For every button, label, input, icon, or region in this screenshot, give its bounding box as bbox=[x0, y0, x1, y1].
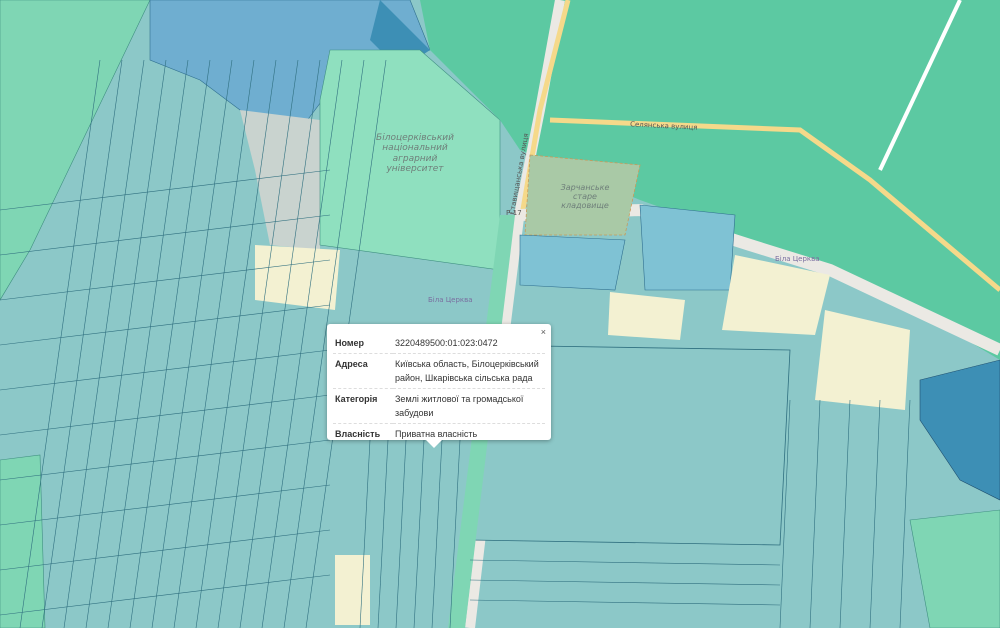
key: Категорія bbox=[333, 388, 393, 424]
label-town: Біла Церква bbox=[775, 255, 820, 263]
label-cemetery: Зарчанське старе кладовище bbox=[560, 183, 610, 211]
parcel bbox=[0, 454, 46, 628]
parcel-info-popup: × Номер 3220489500:01:023:0472 Адреса Київ… bbox=[327, 324, 551, 448]
key: Власність bbox=[335, 429, 381, 439]
row-address: Адреса Київська область, Білоцерківський … bbox=[333, 353, 545, 389]
empty-land bbox=[608, 292, 685, 340]
key: Адреса bbox=[333, 353, 393, 389]
key: Номер bbox=[333, 333, 393, 354]
parcel bbox=[519, 234, 626, 291]
cadastral-number: 3220489500:01:023:0472 bbox=[393, 333, 545, 354]
cadastral-map[interactable] bbox=[0, 0, 1000, 628]
category: Землі житлової та громадської забудови bbox=[393, 388, 545, 424]
row-ownership: Власність Приватна власність bbox=[333, 424, 545, 445]
address: Київська область, Білоцерківський район,… bbox=[393, 353, 545, 389]
parcel-info-table: Номер 3220489500:01:023:0472 Адреса Київсь… bbox=[333, 333, 545, 444]
parcel bbox=[639, 204, 736, 291]
label-town: Біла Церква bbox=[428, 296, 473, 304]
empty-land bbox=[255, 245, 340, 310]
empty-land bbox=[335, 555, 370, 625]
ownership: Приватна власність bbox=[395, 429, 478, 439]
label-university: Білоцерківський національний аграрний ун… bbox=[376, 133, 454, 175]
row-category: Категорія Землі житлової та громадської з… bbox=[333, 388, 545, 424]
row-number: Номер 3220489500:01:023:0472 bbox=[333, 333, 545, 354]
label-road-code: Р-17 bbox=[506, 209, 522, 217]
